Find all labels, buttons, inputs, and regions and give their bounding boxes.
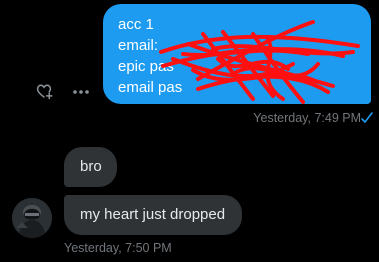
avatar[interactable] xyxy=(12,198,52,238)
incoming-message-bubble[interactable]: my heart just dropped xyxy=(64,195,242,235)
heart-plus-icon[interactable] xyxy=(35,82,53,100)
red-scribble-redaction xyxy=(159,20,360,104)
more-horizontal-icon[interactable] xyxy=(72,89,90,95)
conversation-view: acc 1 email: epic pas email pas Yesterda… xyxy=(0,0,379,262)
avatar-image xyxy=(12,198,52,238)
incoming-timestamp: Yesterday, 7:50 PM xyxy=(64,241,172,255)
outgoing-timestamp: Yesterday, 7:49 PM xyxy=(253,111,361,125)
sent-check-icon xyxy=(361,112,373,123)
outgoing-message-bubble[interactable]: acc 1 email: epic pas email pas xyxy=(103,4,371,104)
incoming-message-bubble[interactable]: bro xyxy=(64,147,117,187)
